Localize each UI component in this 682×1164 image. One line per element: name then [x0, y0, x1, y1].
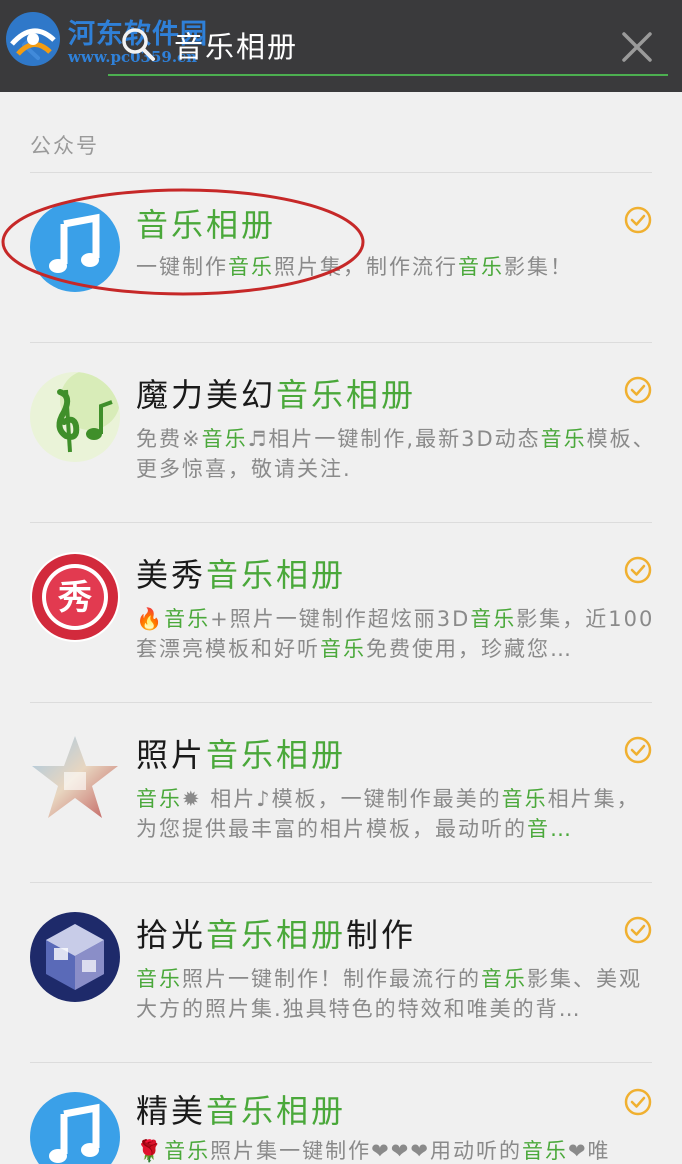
account-title: 照片音乐相册: [136, 736, 347, 774]
keyword-highlight: 音乐: [521, 1139, 568, 1163]
account-item-3[interactable]: 照片音乐相册 音乐✹ 相片♪模板，一键制作最美的音乐相片集，为您提供最丰富的相片…: [0, 702, 682, 882]
keyword-highlight: 音乐: [501, 787, 548, 811]
search-bar: 河东软件园 www.pc0359.cn 音乐相册: [0, 0, 682, 92]
account-item-5[interactable]: 精美音乐相册 🌹音乐照片集一键制作❤❤❤用动听的音乐❤唯: [0, 1062, 682, 1164]
keyword-highlight: 音乐: [470, 607, 517, 631]
keyword-highlight: 音乐: [540, 427, 587, 451]
clear-search-icon[interactable]: [618, 28, 656, 66]
avatar-music-note-icon: [30, 202, 120, 292]
account-description: 免费※音乐♬相片一键制作,最新3D动态音乐模板、更多惊喜，敬请关注.: [136, 424, 656, 484]
search-results: 公众号 音乐相册 一键制作音乐照片集，制作流行音乐影集！ 魔力美幻音乐相册 免费…: [0, 92, 682, 1164]
keyword-highlight: 音乐: [201, 427, 248, 451]
account-description: 一键制作音乐照片集，制作流行音乐影集！: [136, 252, 656, 282]
account-item-1[interactable]: 魔力美幻音乐相册 免费※音乐♬相片一键制作,最新3D动态音乐模板、更多惊喜，敬请…: [0, 342, 682, 522]
description-text: 照片集一键制作❤❤❤用动听的: [210, 1139, 522, 1163]
description-text: +照片一键制作超炫丽3D: [210, 607, 471, 631]
description-text: 免费使用，珍藏您…: [366, 637, 573, 661]
description-text: ❤唯: [567, 1139, 611, 1163]
account-description: 🌹音乐照片集一键制作❤❤❤用动听的音乐❤唯: [136, 1136, 656, 1164]
avatar-photo-cube-icon: [30, 912, 120, 1002]
account-description: 音乐照片一键制作！制作最流行的音乐影集、美观大方的照片集.独具特色的特效和唯美的…: [136, 964, 656, 1024]
description-text: 免费※: [136, 427, 202, 451]
keyword-highlight: 音乐: [136, 967, 182, 991]
description-text: ♬相片一键制作,最新3D动态: [247, 427, 541, 451]
keyword-highlight: 音乐: [164, 1139, 211, 1163]
account-title: 精美音乐相册: [136, 1092, 347, 1130]
account-item-2[interactable]: 秀 美秀音乐相册 🔥音乐+照片一键制作超炫丽3D音乐影集，近100套漂亮模板和好…: [0, 522, 682, 702]
keyword-highlight: 音乐: [481, 967, 527, 991]
account-item-0[interactable]: 音乐相册 一键制作音乐照片集，制作流行音乐影集！: [0, 172, 682, 352]
verified-badge-icon: [624, 556, 652, 584]
keyword-highlight: 音乐: [164, 607, 211, 631]
section-title: 公众号: [30, 134, 99, 158]
description-text: 🔥: [136, 607, 165, 631]
verified-badge-icon: [624, 736, 652, 764]
description-text: 照片一键制作！制作最流行的: [182, 967, 481, 991]
keyword-highlight: 音乐: [458, 255, 504, 279]
avatar-treble-clef-icon: [30, 372, 120, 462]
account-description: 音乐✹ 相片♪模板，一键制作最美的音乐相片集，为您提供最丰富的相片模板，最动听的…: [136, 784, 656, 844]
verified-badge-icon: [624, 916, 652, 944]
avatar-music-note-icon: [30, 1092, 120, 1164]
avatar-photo-star-icon: [30, 732, 120, 822]
search-input-underline: [108, 74, 668, 76]
description-text: 一键制作: [136, 255, 228, 279]
avatar-xiu-badge-icon: 秀: [30, 552, 120, 642]
description-text: 🌹: [136, 1139, 165, 1163]
description-text: 影集！: [504, 255, 573, 279]
account-description: 🔥音乐+照片一键制作超炫丽3D音乐影集，近100套漂亮模板和好听音乐免费使用，珍…: [136, 604, 656, 664]
account-title: 美秀音乐相册: [136, 556, 347, 594]
search-input[interactable]: 音乐相册: [174, 24, 298, 66]
keyword-highlight: 音乐: [320, 637, 366, 661]
description-text: ✹ 相片♪模板，一键制作最美的: [182, 787, 502, 811]
back-arrow-icon[interactable]: [10, 22, 56, 68]
account-title: 魔力美幻音乐相册: [136, 376, 417, 414]
keyword-highlight: 音…: [527, 817, 573, 841]
account-title: 音乐相册: [136, 206, 277, 244]
keyword-highlight: 音乐: [136, 787, 182, 811]
verified-badge-icon: [624, 1088, 652, 1116]
verified-badge-icon: [624, 376, 652, 404]
svg-text:秀: 秀: [57, 578, 92, 618]
search-icon: [122, 28, 155, 61]
verified-badge-icon: [624, 206, 652, 234]
account-item-4[interactable]: 拾光音乐相册制作 音乐照片一键制作！制作最流行的音乐影集、美观大方的照片集.独具…: [0, 882, 682, 1062]
description-text: 照片集，制作流行: [274, 255, 458, 279]
account-title: 拾光音乐相册制作: [136, 916, 417, 954]
keyword-highlight: 音乐: [228, 255, 274, 279]
